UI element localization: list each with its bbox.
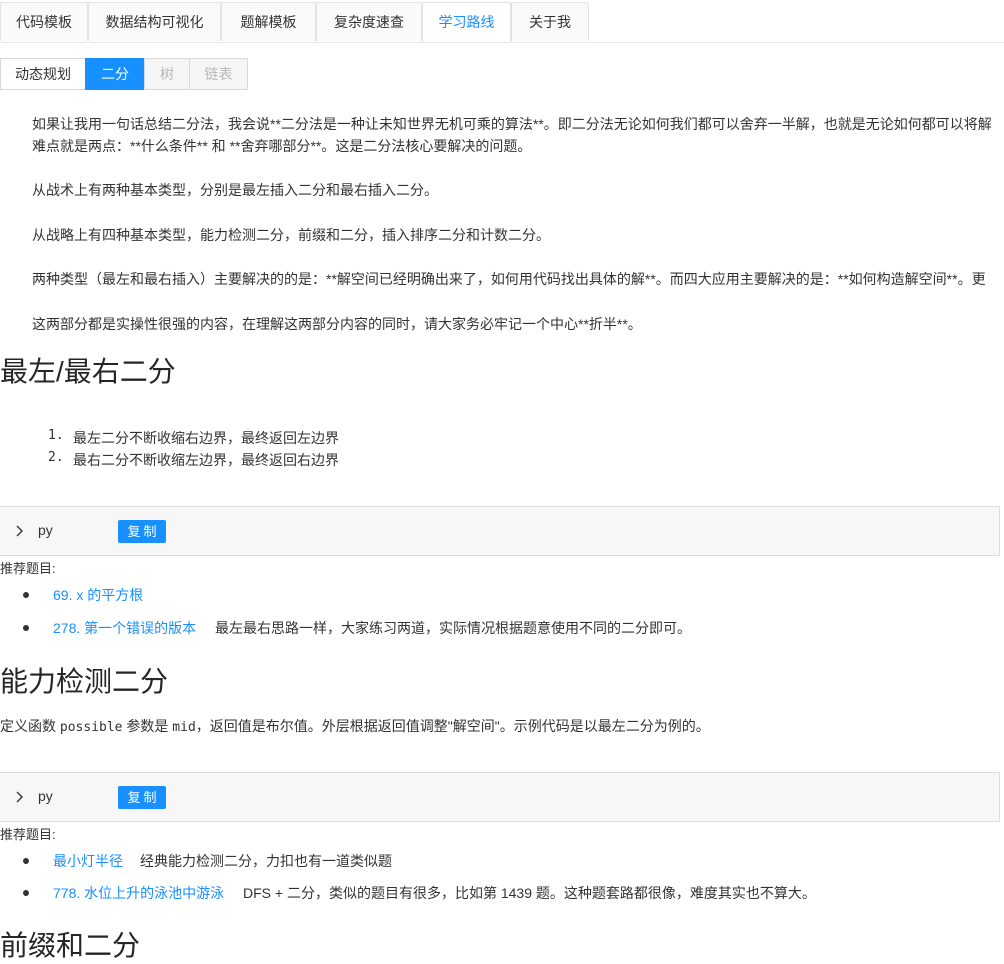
problem-link[interactable]: 778. 水位上升的泳池中游泳 (53, 883, 224, 903)
tab-learning-path[interactable]: 学习路线 (422, 2, 511, 42)
inline-code: mid (172, 720, 196, 735)
desc-text: 参数是 (122, 718, 173, 734)
subtab-binary-search[interactable]: 二分 (85, 58, 145, 90)
problem-note: DFS + 二分，类似的题目有很多，比如第 1439 题。这种题套路都很像，难度… (243, 885, 816, 901)
problem-list-item: 最小灯半径 经典能力检测二分，力扣也有一道类似题 (0, 851, 1000, 871)
list-text: 最右二分不断收缩左边界，最终返回右边界 (73, 452, 339, 468)
tab-solution-templates[interactable]: 题解模板 (221, 2, 316, 41)
code-block-header[interactable]: py 复制 (0, 506, 1000, 556)
code-language-label: py (38, 522, 53, 538)
subtab-linked-list: 链表 (189, 58, 248, 90)
bullet-icon (23, 625, 29, 631)
subtab-tree: 树 (144, 58, 190, 90)
tab-data-structure-visualization[interactable]: 数据结构可视化 (88, 2, 221, 41)
problem-note: 经典能力检测二分，力扣也有一道类似题 (140, 853, 392, 869)
inline-code: possible (59, 720, 123, 735)
recommended-problems-label: 推荐题目: (0, 561, 56, 576)
section-title-capability-check: 能力检测二分 (0, 666, 169, 697)
problem-link[interactable]: 最小灯半径 (53, 851, 123, 871)
ordered-list-item: 1. 最左二分不断收缩右边界，最终返回左边界 (0, 428, 400, 448)
code-block-header[interactable]: py 复制 (0, 772, 1000, 822)
chevron-right-icon[interactable] (12, 789, 28, 805)
tab-code-templates[interactable]: 代码模板 (0, 2, 88, 41)
tab-about-me[interactable]: 关于我 (511, 2, 589, 41)
subtab-dynamic-programming[interactable]: 动态规划 (0, 58, 86, 90)
chevron-right-icon[interactable] (12, 523, 28, 539)
intro-paragraph-strategy: 从战略上有四种基本类型，能力检测二分，前缀和二分，插入排序二分和计数二分。 (32, 227, 550, 243)
list-number: 1. (48, 428, 64, 443)
copy-button[interactable]: 复制 (118, 520, 166, 543)
intro-paragraph-line-2: 难点就是两点：**什么条件** 和 **舍弃哪部分**。这是二分法核心要解决的问… (32, 138, 532, 154)
section-description: 定义函数 possible 参数是 mid，返回值是布尔值。外层根据返回值调整"… (0, 716, 710, 736)
intro-paragraph-summary: 这两部分都是实操性很强的内容，在理解这两部分内容的同时，请大家务必牢记一个中心*… (32, 316, 642, 332)
problem-list-item: 278. 第一个错误的版本 最左最右思路一样，大家练习两道，实际情况根据题意使用… (0, 618, 1000, 638)
copy-button[interactable]: 复制 (118, 786, 166, 809)
desc-text: 定义函数 (0, 718, 60, 734)
list-number: 2. (48, 450, 64, 465)
problem-link[interactable]: 278. 第一个错误的版本 (53, 618, 196, 638)
section-title-leftmost-rightmost: 最左/最右二分 (0, 356, 176, 387)
problem-list-item: 778. 水位上升的泳池中游泳 DFS + 二分，类似的题目有很多，比如第 14… (0, 883, 1000, 903)
main-tab-bar: 代码模板 数据结构可视化 题解模板 复杂度速查 学习路线 关于我 (0, 0, 1004, 43)
intro-paragraph-line-1: 如果让我用一句话总结二分法，我会说**二分法是一种让未知世界无机可乘的算法**。… (32, 116, 992, 132)
ordered-list-item: 2. 最右二分不断收缩左边界，最终返回右边界 (0, 450, 400, 470)
problem-note: 最左最右思路一样，大家练习两道，实际情况根据题意使用不同的二分即可。 (215, 620, 691, 636)
list-text: 最左二分不断收缩右边界，最终返回左边界 (73, 430, 339, 446)
bullet-icon (23, 592, 29, 598)
tab-complexity-cheatsheet[interactable]: 复杂度速查 (316, 2, 422, 41)
desc-text: ，返回值是布尔值。外层根据返回值调整"解空间"。示例代码是以最左二分为例的。 (195, 718, 710, 734)
intro-paragraph-tactics: 从战术上有两种基本类型，分别是最左插入二分和最右插入二分。 (32, 182, 438, 198)
bullet-icon (23, 858, 29, 864)
recommended-problems-label: 推荐题目: (0, 827, 56, 842)
problem-link[interactable]: 69. x 的平方根 (53, 585, 143, 605)
intro-paragraph-types: 两种类型（最左和最右插入）主要解决的的是：**解空间已经明确出来了，如何用代码找… (32, 271, 986, 287)
problem-list-item: 69. x 的平方根 (0, 585, 1000, 605)
bullet-icon (23, 890, 29, 896)
section-title-prefix-sum: 前缀和二分 (0, 930, 141, 961)
code-language-label: py (38, 788, 53, 804)
